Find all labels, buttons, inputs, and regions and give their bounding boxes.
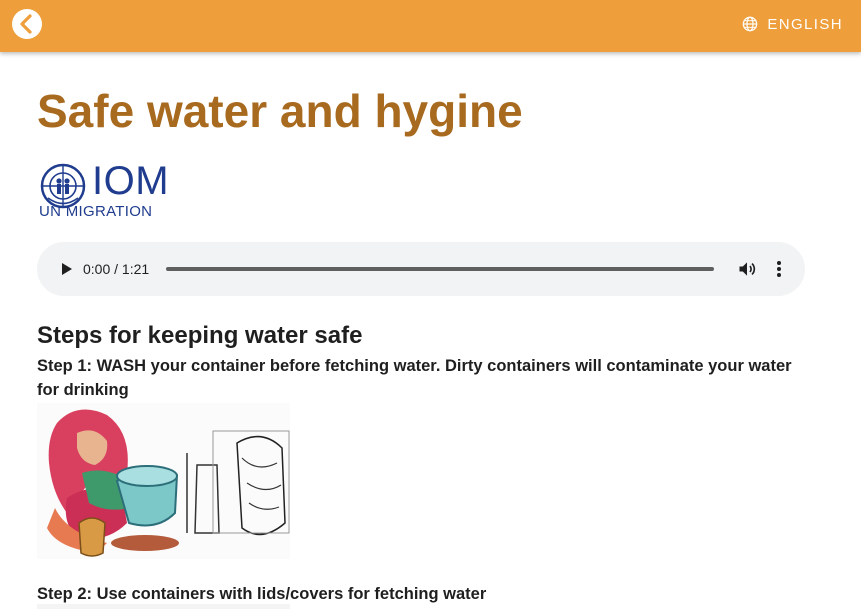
play-icon[interactable]: [57, 260, 75, 278]
step-2-illustration: [37, 604, 290, 609]
iom-logo: IOM UN MIGRATION: [38, 159, 188, 220]
washing-container-illustration: [37, 403, 290, 559]
step-2-text: Step 2: Use containers with lids/covers …: [37, 585, 487, 603]
time-display: 0:00 / 1:21: [83, 261, 150, 277]
language-label: ENGLISH: [767, 15, 843, 33]
globe-icon: [743, 16, 758, 32]
top-app-bar: ENGLISH: [0, 0, 861, 52]
logo-subtitle: UN MIGRATION: [39, 203, 153, 220]
audio-progress-slider[interactable]: [166, 267, 714, 271]
back-button[interactable]: [12, 9, 42, 39]
logo-name: IOM: [92, 159, 170, 203]
audio-player: 0:00 / 1:21: [37, 242, 805, 296]
step-1-text: Step 1: WASH your container before fetch…: [37, 357, 792, 399]
language-selector[interactable]: ENGLISH: [742, 12, 843, 36]
volume-icon[interactable]: [737, 259, 757, 279]
page-title: Safe water and hygine: [37, 85, 523, 137]
step-1-illustration: [37, 403, 290, 559]
chevron-left-icon: [20, 14, 32, 34]
section-heading: Steps for keeping water safe: [37, 322, 363, 349]
more-vert-icon[interactable]: [770, 259, 788, 279]
